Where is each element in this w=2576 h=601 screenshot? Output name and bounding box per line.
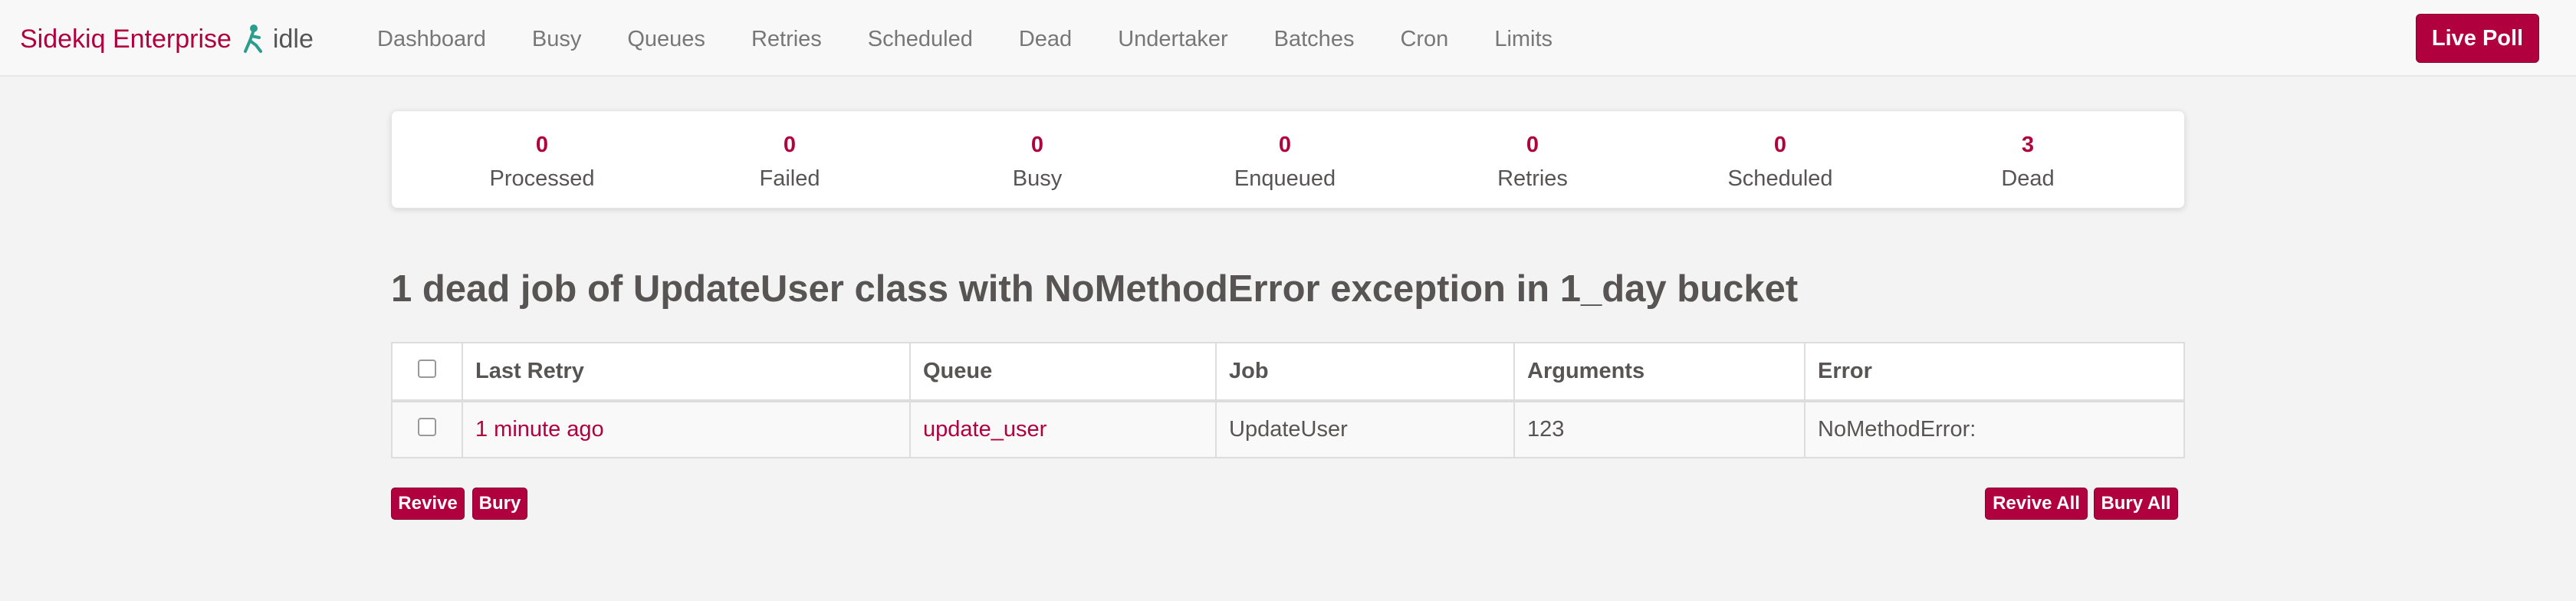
stat-count: 0 [783,133,797,157]
title-text: class with [843,268,1045,310]
navbar: Sidekiq Enterprise idle Dashboard Busy Q… [0,0,2576,77]
summary-bar: 0 Processed 0 Failed 0 Busy 0 Enqueued 0… [391,110,2185,209]
main-nav: Dashboard Busy Queues Retries Scheduled … [377,23,1598,55]
title-text: bucket [1666,268,1799,310]
stat-processed[interactable]: 0 Processed [419,130,665,194]
title-class: UpdateUser [632,268,844,310]
stat-count: 0 [1773,133,1787,157]
stat-scheduled[interactable]: 0 Scheduled [1658,130,1903,194]
title-text: exception in [1319,268,1560,310]
queue-link[interactable]: update_user [923,417,1046,442]
process-status: idle [272,25,314,54]
revive-button[interactable]: Revive [391,488,465,520]
header-arguments: Arguments [1513,342,1806,402]
nav-retries[interactable]: Retries [751,23,822,55]
stat-label: Processed [489,166,595,191]
page-title: 1 dead job of UpdateUser class with NoMe… [391,265,1798,313]
stat-count: 3 [2021,133,2035,157]
nav-busy[interactable]: Busy [532,23,581,55]
brand: Sidekiq Enterprise idle [20,21,314,57]
bury-button[interactable]: Bury [472,488,527,520]
arguments-cell: 123 [1513,400,1806,458]
stat-label: Failed [759,166,820,191]
nav-cron[interactable]: Cron [1400,23,1448,55]
stat-count: 0 [1030,133,1044,157]
stat-label: Busy [1012,166,1063,191]
dead-jobs-table: Last Retry Queue Job Arguments Error 1 m… [391,342,2185,458]
revive-all-button[interactable]: Revive All [1985,488,2088,520]
stat-dead[interactable]: 3 Dead [1905,130,2150,194]
job-cell: UpdateUser [1215,400,1515,458]
stat-enqueued[interactable]: 0 Enqueued [1162,130,1408,194]
nav-dead[interactable]: Dead [1019,23,1072,55]
title-text: dead job of [412,268,633,310]
last-retry-cell: 1 minute ago [462,400,911,458]
select-all-checkbox[interactable] [418,360,436,378]
nav-queues[interactable]: Queues [627,23,705,55]
row-select-cell [391,400,463,458]
stat-label: Retries [1497,166,1568,191]
stat-label: Dead [2001,166,2055,191]
stat-failed[interactable]: 0 Failed [667,130,912,194]
row-checkbox[interactable] [418,418,436,436]
stat-count: 0 [1278,133,1292,157]
header-job: Job [1215,342,1515,402]
stat-count: 0 [535,133,549,157]
title-bucket: 1_day [1559,268,1667,310]
title-count: 1 [391,268,412,310]
bury-all-button[interactable]: Bury All [2094,488,2178,520]
nav-scheduled[interactable]: Scheduled [868,23,973,55]
header-error: Error [1804,342,2185,402]
brand-name[interactable]: Sidekiq Enterprise [20,21,232,57]
header-queue: Queue [909,342,1217,402]
queue-cell: update_user [909,400,1217,458]
table-row: 1 minute ago update_user UpdateUser 123 … [391,400,2185,458]
table-header-row: Last Retry Queue Job Arguments Error [391,342,2185,402]
stat-count: 0 [1526,133,1539,157]
stat-busy[interactable]: 0 Busy [915,130,1160,194]
error-cell: NoMethodError: [1804,400,2185,458]
last-retry-link[interactable]: 1 minute ago [475,417,604,442]
nav-undertaker[interactable]: Undertaker [1118,23,1227,55]
header-last-retry: Last Retry [462,342,911,402]
sidekiq-logo-icon [242,24,264,54]
stat-retries[interactable]: 0 Retries [1410,130,1655,194]
select-all-cell [391,342,463,402]
live-poll-button[interactable]: Live Poll [2416,14,2539,63]
stat-label: Scheduled [1727,166,1833,191]
nav-limits[interactable]: Limits [1494,23,1552,55]
nav-batches[interactable]: Batches [1274,23,1355,55]
stat-label: Enqueued [1234,166,1336,191]
title-exception: NoMethodError [1044,268,1320,310]
nav-dashboard[interactable]: Dashboard [377,23,486,55]
